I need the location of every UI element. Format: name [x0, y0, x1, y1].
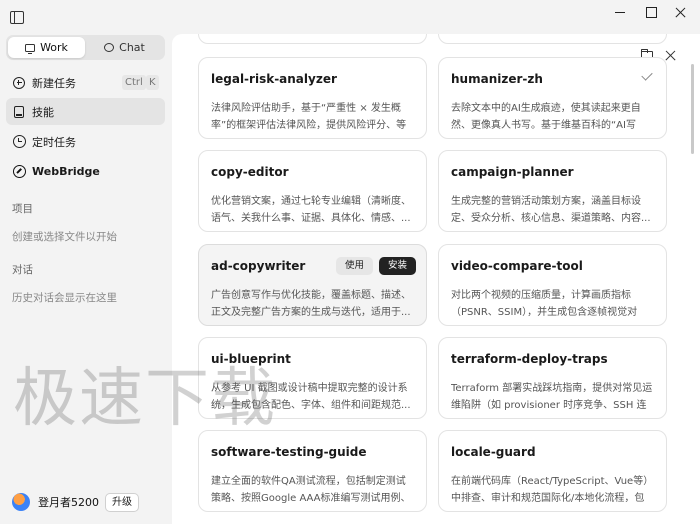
- sidebar-item-label: 定时任务: [32, 135, 76, 149]
- skill-description: 对比两个视频的压缩质量，计算画质指标（PSNR、SSIM），并生成包含逐帧视觉对…: [451, 290, 638, 318]
- shortcut-k-key: K: [146, 75, 159, 90]
- chats-empty-hint: 历史对话会显示在这里: [12, 292, 117, 304]
- use-skill-button[interactable]: 使用: [336, 257, 374, 275]
- user-profile[interactable]: 登月者5200 升级: [12, 491, 139, 513]
- install-skill-button[interactable]: 安装: [379, 257, 417, 275]
- skill-card[interactable]: legal-risk-analyzer 法律风险评估助手，基于“严重性 × 发生…: [198, 57, 427, 139]
- skill-card[interactable]: video-compare-tool 对比两个视频的压缩质量，计算画质指标（PS…: [438, 244, 667, 326]
- shortcut-ctrl-key: Ctrl: [122, 75, 146, 90]
- sidebar-item-scheduled[interactable]: 定时任务: [6, 128, 165, 155]
- tab-work-label: Work: [40, 41, 68, 54]
- skill-description: 建立全面的软件QA测试流程，包括制定测试策略、按照Google AAA标准编写测…: [211, 476, 411, 504]
- skill-description: Terraform 部署实战踩坑指南，提供对常见运维陷阱（如 provision…: [451, 383, 653, 411]
- sidebar-item-webbridge[interactable]: WebBridge: [6, 158, 165, 185]
- sidebar-item-skills[interactable]: 技能: [6, 98, 165, 125]
- book-icon: [14, 105, 24, 118]
- minimize-button[interactable]: [605, 4, 635, 22]
- skill-description: 去除文本中的AI生成痕迹，使其读起来更自然、更像真人书写。基于维基百科的“AI写…: [451, 103, 641, 131]
- user-name: 登月者5200: [38, 496, 99, 509]
- skills-panel: legal-risk-analyzer 法律风险评估助手，基于“严重性 × 发生…: [172, 34, 700, 524]
- tab-work[interactable]: Work: [8, 37, 85, 58]
- close-icon[interactable]: [664, 50, 676, 62]
- plus-circle-icon: [13, 76, 25, 89]
- sidebar-item-label: WebBridge: [32, 165, 100, 178]
- skill-card[interactable]: [198, 34, 427, 44]
- sidebar-item-new-task[interactable]: 新建任务 Ctrl K: [6, 69, 165, 96]
- skill-description: 在前端代码库（React/TypeScript、Vue等）中排查、审计和规范国际…: [451, 476, 654, 504]
- skill-card[interactable]: locale-guard 在前端代码库（React/TypeScript、Vue…: [438, 430, 667, 512]
- tab-chat[interactable]: Chat: [86, 37, 163, 58]
- skill-title: locale-guard: [451, 445, 536, 459]
- skill-card[interactable]: humanizer-zh 去除文本中的AI生成痕迹，使其读起来更自然、更像真人书…: [438, 57, 667, 139]
- sidebar-item-label: 技能: [32, 105, 54, 119]
- skill-title: video-compare-tool: [451, 259, 583, 273]
- skill-title: terraform-deploy-traps: [451, 352, 608, 366]
- skill-card[interactable]: copy-editor 优化营销文案，通过七轮专业编辑（清晰度、语气、关我什么事…: [198, 150, 427, 232]
- projects-heading: 项目: [12, 203, 33, 215]
- compass-icon: [12, 165, 26, 178]
- close-window-button[interactable]: [666, 4, 696, 22]
- mode-switch: Work Chat: [6, 35, 165, 60]
- skill-description: 广告创意写作与优化技能，覆盖标题、描述、正文及完整广告方案的生成与迭代，适用于.…: [211, 290, 411, 318]
- chats-heading: 对话: [12, 264, 33, 276]
- skill-card[interactable]: [438, 34, 667, 44]
- title-bar: [0, 0, 700, 34]
- sidebar-item-label: 新建任务: [32, 76, 76, 90]
- sidebar-toggle-icon[interactable]: [10, 11, 24, 24]
- skill-description: 优化营销文案，通过七轮专业编辑（清晰度、语气、关我什么事、证据、具体化、情感、.…: [211, 196, 411, 224]
- skill-description: 法律风险评估助手，基于“严重性 × 发生概率”的框架评估法律风险，提供风险评分、…: [211, 103, 407, 131]
- scrollbar[interactable]: [691, 64, 694, 154]
- skill-card[interactable]: ad-copywriter 使用 安装 广告创意写作与优化技能，覆盖标题、描述、…: [198, 244, 427, 326]
- skill-description: 生成完整的营销活动策划方案，涵盖目标设定、受众分析、核心信息、渠道策略、内容..…: [451, 196, 651, 224]
- skill-title: copy-editor: [211, 165, 289, 179]
- skill-card[interactable]: terraform-deploy-traps Terraform 部署实战踩坑指…: [438, 337, 667, 419]
- skill-card[interactable]: software-testing-guide 建立全面的软件QA测试流程，包括制…: [198, 430, 427, 512]
- avatar[interactable]: [12, 493, 30, 511]
- skill-title: ad-copywriter: [211, 259, 306, 273]
- skill-card[interactable]: campaign-planner 生成完整的营销活动策划方案，涵盖目标设定、受众…: [438, 150, 667, 232]
- maximize-button[interactable]: [636, 4, 666, 22]
- skill-title: software-testing-guide: [211, 445, 367, 459]
- sidebar: Work Chat 新建任务 Ctrl K 技能 定时任务 WebBridge …: [0, 34, 172, 524]
- skill-title: ui-blueprint: [211, 352, 291, 366]
- skill-title: campaign-planner: [451, 165, 574, 179]
- alarm-clock-icon: [12, 135, 26, 148]
- tab-chat-label: Chat: [119, 41, 145, 54]
- skill-description: 从参考 UI 截图或设计稿中提取完整的设计系统，生成包含配色、字体、组件和间距规…: [211, 383, 411, 411]
- chat-bubble-icon: [104, 43, 115, 52]
- skill-title: legal-risk-analyzer: [211, 72, 337, 86]
- projects-empty-hint: 创建或选择文件以开始: [12, 231, 117, 243]
- installed-check-icon: [641, 69, 653, 81]
- upgrade-button[interactable]: 升级: [105, 492, 139, 512]
- skill-title: humanizer-zh: [451, 72, 543, 86]
- skill-card[interactable]: ui-blueprint 从参考 UI 截图或设计稿中提取完整的设计系统，生成包…: [198, 337, 427, 419]
- monitor-icon: [25, 43, 36, 54]
